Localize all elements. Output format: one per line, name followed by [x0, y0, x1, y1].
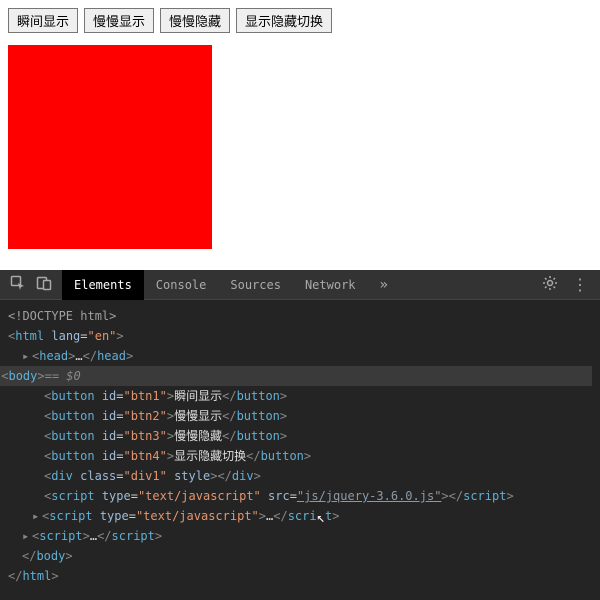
div1-red-box	[8, 45, 212, 249]
btn-slow-show[interactable]: 慢慢显示	[84, 8, 154, 33]
tab-network[interactable]: Network	[293, 270, 368, 300]
inspect-icon[interactable]	[10, 275, 26, 294]
line-btn3[interactable]: <button id="btn3">慢慢隐藏</button>	[8, 426, 592, 446]
line-script-inline[interactable]: ▸<script type="text/javascript">…</scri↖…	[8, 506, 592, 526]
line-script-jquery[interactable]: <script type="text/javascript" src="js/j…	[8, 486, 592, 506]
line-btn2[interactable]: <button id="btn2">慢慢显示</button>	[8, 406, 592, 426]
line-body-close: </body>	[8, 546, 592, 566]
line-doctype: <!DOCTYPE html>	[8, 306, 592, 326]
line-div1[interactable]: <div class="div1" style></div>	[8, 466, 592, 486]
tab-sources[interactable]: Sources	[218, 270, 293, 300]
line-html-close: </html>	[8, 566, 592, 586]
line-body-open-selected[interactable]: ⋯ ▾ <body> == $0	[0, 366, 592, 386]
line-html-open: <html lang="en">	[8, 326, 592, 346]
btn-instant-show[interactable]: 瞬间显示	[8, 8, 78, 33]
devtools-tabbar: Elements Console Sources Network » ⋮	[0, 270, 600, 300]
tab-console[interactable]: Console	[144, 270, 219, 300]
devtools-panel: Elements Console Sources Network » ⋮ <!D…	[0, 270, 600, 600]
mouse-cursor-icon: ↖	[317, 508, 325, 528]
button-row: 瞬间显示 慢慢显示 慢慢隐藏 显示隐藏切换	[8, 8, 592, 33]
btn-toggle[interactable]: 显示隐藏切换	[236, 8, 332, 33]
line-btn4[interactable]: <button id="btn4">显示隐藏切换</button>	[8, 446, 592, 466]
line-head[interactable]: ▸<head>…</head>	[8, 346, 592, 366]
line-btn1[interactable]: <button id="btn1">瞬间显示</button>	[8, 386, 592, 406]
tab-elements[interactable]: Elements	[62, 270, 144, 300]
menu-icon[interactable]: ⋮	[572, 275, 588, 294]
elements-tree[interactable]: <!DOCTYPE html> <html lang="en"> ▸<head>…	[0, 300, 600, 600]
line-script-extra[interactable]: ▸<script>…</script>	[8, 526, 592, 546]
page-viewport: 瞬间显示 慢慢显示 慢慢隐藏 显示隐藏切换	[0, 0, 600, 257]
gear-icon[interactable]	[542, 275, 558, 294]
device-toggle-icon[interactable]	[36, 275, 52, 294]
btn-slow-hide[interactable]: 慢慢隐藏	[160, 8, 230, 33]
tabs-overflow[interactable]: »	[368, 270, 400, 300]
